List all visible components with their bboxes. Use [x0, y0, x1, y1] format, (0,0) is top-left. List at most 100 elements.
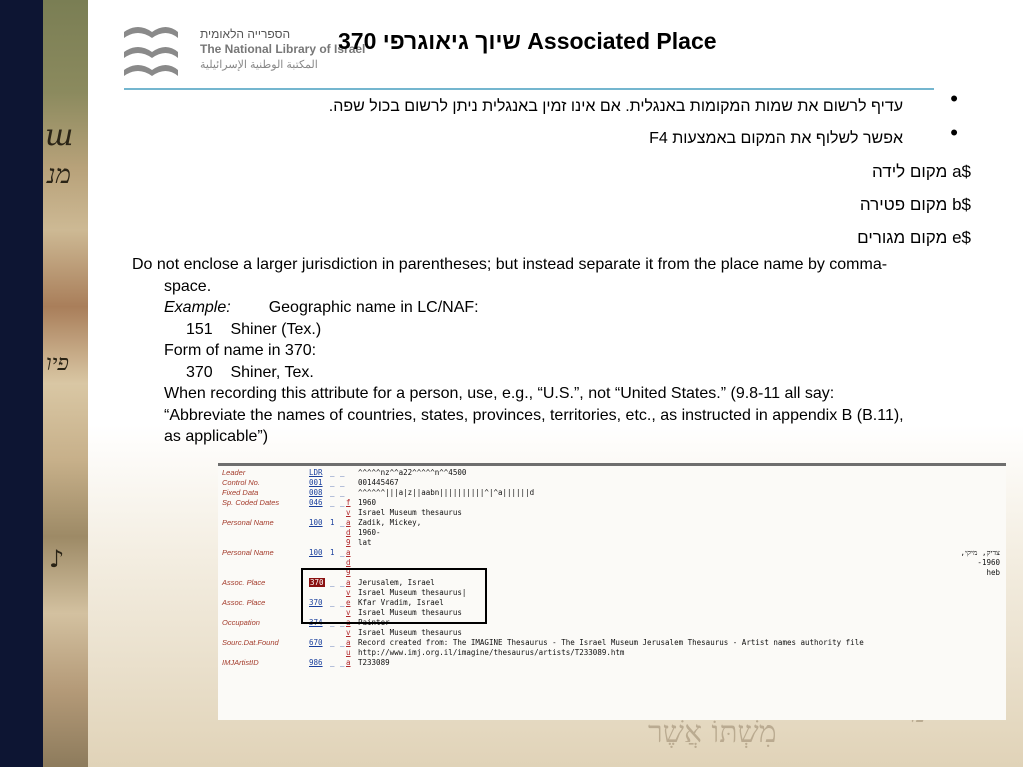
form-label: Form of name in 370: [164, 342, 317, 359]
catalog-row: d 1960- [218, 558, 1006, 568]
catalog-row: d 1960- [218, 528, 1006, 538]
example-1: 151 Shiner (Tex.) [186, 320, 322, 338]
catalog-row: Fixed Data 008 _ _ ^^^^^^|||a|z||aabn|||||||… [218, 488, 1006, 498]
catalog-row: Sp. Coded Dates 046 _ _ f 1960 [218, 498, 1006, 508]
body-line: as applicable”) [164, 428, 269, 445]
subfield-code-link[interactable]: a [346, 548, 351, 557]
field-value: T233089 [358, 658, 390, 667]
body-text: Do not enclose a larger jurisdiction in … [132, 254, 1002, 448]
subfield-e: $e מקום מגורים [857, 228, 971, 247]
catalog-row: v Israel Museum thesaurus [218, 628, 1006, 638]
left-navy-bar [0, 0, 43, 767]
bullet-marker: • [950, 120, 958, 145]
field-value-rtl: צדיק, מיקי, [960, 548, 1000, 557]
field-tag-link[interactable]: 986 [309, 658, 323, 667]
field-tag-link[interactable]: 100 [309, 518, 323, 527]
indicator-1: 1 [330, 518, 335, 527]
title-divider [124, 88, 934, 90]
body-line: Do not enclose a larger jurisdiction in … [132, 256, 888, 273]
subfield-code-link[interactable]: d [346, 558, 351, 567]
indicator-2: _ [340, 498, 345, 507]
logo-hebrew-text: הספרייה הלאומית [200, 27, 291, 41]
field-tag-link[interactable]: LDR [309, 468, 323, 477]
field-value: Zadik, Mickey, [358, 518, 422, 527]
catalog-row: Personal Name 100 1 _ a Zadik, Mickey, [218, 518, 1006, 528]
field-tag-link[interactable]: 670 [309, 638, 323, 647]
manuscript-strip: ш מנ פיו ♪ [43, 0, 88, 767]
subfield-b: $b מקום פטירה [859, 195, 971, 214]
field-label: Personal Name [222, 518, 274, 527]
field-value: 001445467 [358, 478, 399, 487]
subfield-code-link[interactable]: v [346, 628, 351, 637]
indicator-1: _ [330, 468, 335, 477]
example-2: 370 Shiner, Tex. [186, 363, 314, 381]
field-value: Israel Museum thesaurus [358, 508, 462, 517]
logo-arabic-text: المكتبة الوطنية الإسرائيلية [200, 59, 318, 71]
field-label: Sourc.Dat.Found [222, 638, 279, 647]
subfield-code-link[interactable]: 9 [346, 538, 351, 547]
indicator-1: _ [330, 498, 335, 507]
field-value: 1960 [358, 498, 377, 507]
field-value: Israel Museum thesaurus [358, 628, 462, 637]
example-line: Example: Geographic name in LC/NAF: [132, 297, 1002, 319]
indicator-2: _ [340, 548, 345, 557]
field-label: Fixed Data [222, 488, 259, 497]
field-label: Assoc. Place [222, 598, 266, 607]
field-label: Sp. Coded Dates [222, 498, 280, 507]
field-label: Leader [222, 468, 246, 477]
bullet-marker: • [950, 86, 958, 111]
catalog-row: v Israel Museum thesaurus [218, 508, 1006, 518]
bullet-text-1: עדיף לרשום את שמות המקומות באנגלית. אם א… [328, 98, 903, 115]
catalog-row: Personal Name 100 1 _ a צדיק, מיקי, [218, 548, 1006, 558]
field-value: http://www.imj.org.il/imagine/thesaurus/… [358, 648, 625, 657]
subfield-code-link[interactable]: d [346, 528, 351, 537]
field-tag-link[interactable]: 001 [309, 478, 323, 487]
indicator-2: _ [340, 518, 345, 527]
subfield-code-link[interactable]: v [346, 508, 351, 517]
field-value: ^^^^^^|||a|z||aabn||||||||||^|^a||||||d [358, 488, 535, 497]
field-value: ^^^^^nz^^a22^^^^^n^^4500 [358, 468, 467, 477]
field-value: lat [358, 538, 372, 547]
indicator-2: _ [340, 638, 345, 647]
indicator-1: _ [330, 658, 335, 667]
subfield-code-link[interactable]: f [346, 498, 351, 507]
catalog-row: Sourc.Dat.Found 670 _ _ a Record created from… [218, 638, 1006, 648]
field-value-rtl: 1960- [977, 558, 1000, 567]
indicator-2: _ [340, 658, 345, 667]
body-line: space. [164, 277, 212, 295]
bullet-text-2: אפשר לשלוף את המקום באמצעות F4 [649, 130, 903, 147]
catalog-row: Leader LDR _ _ ^^^^^nz^^a22^^^^^n^^4500 [218, 468, 1006, 478]
indicator-1: _ [330, 638, 335, 647]
subfield-code-link[interactable]: u [346, 648, 351, 657]
body-line: When recording this attribute for a pers… [164, 385, 835, 402]
field-label: Assoc. Place [222, 578, 266, 587]
subfield-code-link[interactable]: a [346, 518, 351, 527]
slide-title: 370 שיוך גיאוגרפי Associated Place [338, 28, 717, 54]
catalog-row: IMJArtistID 986 _ _ a T233089 [218, 658, 1006, 668]
field-value: 1960- [358, 528, 381, 537]
field-tag-link[interactable]: 008 [309, 488, 323, 497]
example-label: Example: [164, 299, 231, 316]
example-text: Geographic name in LC/NAF: [268, 299, 479, 316]
subfield-a: $a מקום לידה [872, 162, 971, 181]
field-label: Occupation [222, 618, 260, 627]
field-tag-link[interactable]: 100 [309, 548, 323, 557]
indicator-2: _ [340, 468, 345, 477]
indicator-1: _ [330, 488, 335, 497]
field-label: IMJArtistID [222, 658, 259, 667]
field-label: Control No. [222, 478, 260, 487]
indicator-2: _ [340, 488, 345, 497]
indicator-1: 1 [330, 548, 335, 557]
body-line: “Abbreviate the names of countries, stat… [164, 406, 904, 424]
catalog-row: Control No. 001 _ _ 001445467 [218, 478, 1006, 488]
indicator-1: _ [330, 478, 335, 487]
catalog-row: u http://www.imj.org.il/imagine/thesaurus… [218, 648, 1006, 658]
subfield-code-link[interactable]: a [346, 658, 351, 667]
indicator-2: _ [340, 478, 345, 487]
field-value-rtl: heb [986, 568, 1000, 577]
field-value: Record created from: The IMAGINE Thesaur… [358, 638, 864, 647]
subfield-code-link[interactable]: a [346, 638, 351, 647]
field-tag-link[interactable]: 046 [309, 498, 323, 507]
highlight-box [301, 568, 487, 624]
catalog-row: 9 lat [218, 538, 1006, 548]
